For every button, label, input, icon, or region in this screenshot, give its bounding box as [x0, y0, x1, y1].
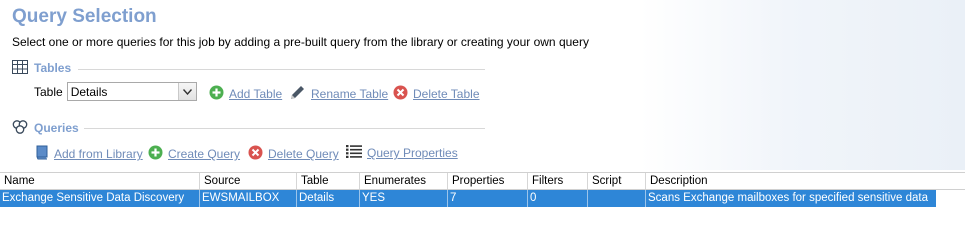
- add-from-library-button[interactable]: Add from Library: [34, 145, 143, 163]
- column-header-filters[interactable]: Filters: [528, 173, 588, 189]
- create-query-label: Create Query: [168, 147, 241, 161]
- list-icon: [346, 145, 362, 161]
- queries-section-header: Queries: [12, 119, 79, 137]
- table-selector-row: Table Details: [34, 82, 197, 101]
- table-select[interactable]: Details: [66, 82, 197, 101]
- cell-description: Scans Exchange mailboxes for specified s…: [648, 192, 928, 204]
- background-gradient: [640, 0, 965, 170]
- column-header-table[interactable]: Table: [297, 173, 360, 189]
- delete-circle-icon: [248, 145, 263, 163]
- plus-circle-icon: [209, 85, 224, 103]
- table-grid-icon: [12, 59, 28, 77]
- rename-table-button[interactable]: Rename Table: [290, 85, 388, 103]
- plus-circle-icon: [148, 145, 163, 163]
- query-properties-label: Query Properties: [367, 146, 458, 160]
- grid-header: Name Source Table Enumerates Properties …: [0, 172, 965, 190]
- delete-query-button[interactable]: Delete Query: [248, 145, 339, 163]
- table-label: Table: [34, 84, 63, 99]
- delete-table-button[interactable]: Delete Table: [393, 85, 480, 103]
- pencil-icon: [290, 85, 306, 103]
- delete-table-label: Delete Table: [413, 87, 480, 101]
- column-header-source[interactable]: Source: [200, 173, 297, 189]
- column-header-description[interactable]: Description: [646, 173, 965, 189]
- queries-heading: Queries: [34, 121, 79, 135]
- chevron-down-icon[interactable]: [177, 83, 196, 100]
- column-header-enumerates[interactable]: Enumerates: [360, 173, 448, 189]
- page-subtitle: Select one or more queries for this job …: [12, 35, 589, 49]
- cell-enumerates: YES: [360, 190, 448, 207]
- cell-script: [588, 190, 646, 207]
- delete-query-label: Delete Query: [268, 147, 339, 161]
- add-table-button[interactable]: Add Table: [209, 85, 282, 103]
- cell-filters: 0: [528, 190, 588, 207]
- column-header-script[interactable]: Script: [588, 173, 646, 189]
- cell-source: EWSMAILBOX: [200, 190, 297, 207]
- cell-properties: 7: [448, 190, 528, 207]
- query-properties-button[interactable]: Query Properties: [346, 145, 458, 161]
- cell-name: Exchange Sensitive Data Discovery: [0, 190, 200, 207]
- tables-section-header: Tables: [12, 59, 71, 77]
- queries-icon: [12, 119, 28, 137]
- page-title: Query Selection: [12, 6, 157, 27]
- column-header-name[interactable]: Name: [0, 173, 200, 189]
- create-query-button[interactable]: Create Query: [148, 145, 240, 163]
- column-header-properties[interactable]: Properties: [448, 173, 528, 189]
- rename-table-label: Rename Table: [311, 87, 389, 101]
- tables-divider: [78, 69, 485, 70]
- cell-table: Details: [297, 190, 360, 207]
- delete-circle-icon: [393, 85, 408, 103]
- table-select-value: Details: [70, 84, 108, 99]
- queries-divider: [84, 128, 485, 129]
- book-icon: [34, 145, 49, 163]
- tables-heading: Tables: [34, 61, 72, 75]
- add-table-label: Add Table: [229, 87, 283, 101]
- table-row[interactable]: Exchange Sensitive Data Discovery EWSMAI…: [0, 190, 936, 207]
- add-from-library-label: Add from Library: [54, 147, 143, 161]
